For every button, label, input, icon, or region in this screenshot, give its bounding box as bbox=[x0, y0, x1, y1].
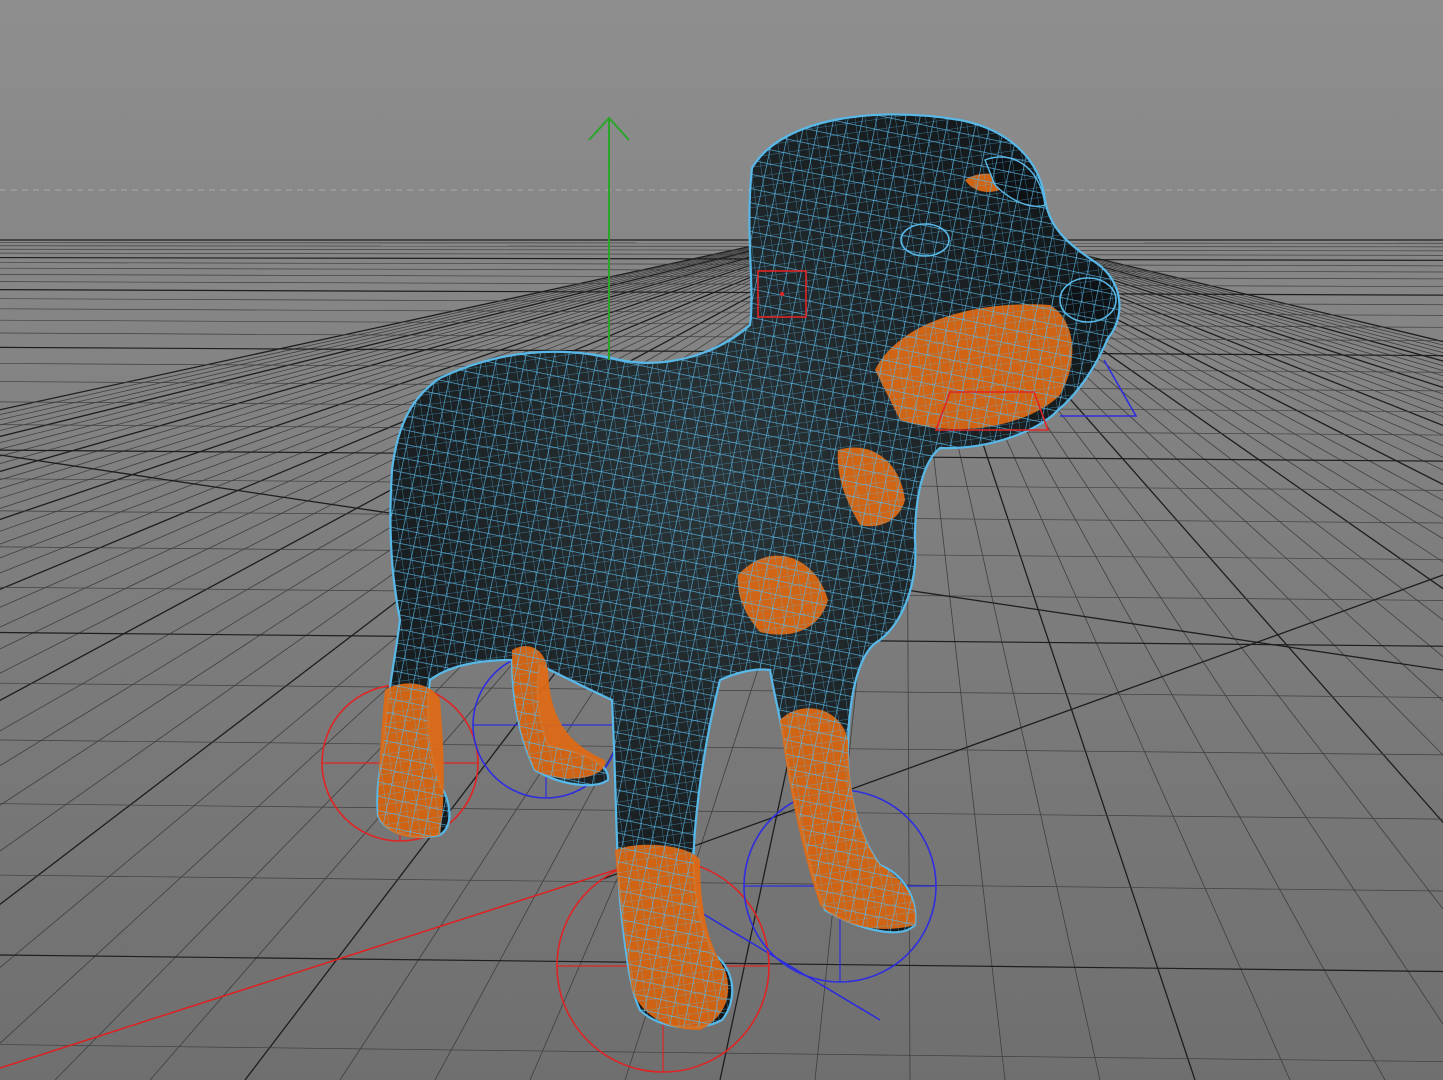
3d-viewport[interactable] bbox=[0, 0, 1443, 1080]
head-control-pivot-icon bbox=[780, 292, 784, 296]
viewport-canvas[interactable] bbox=[0, 0, 1443, 1080]
